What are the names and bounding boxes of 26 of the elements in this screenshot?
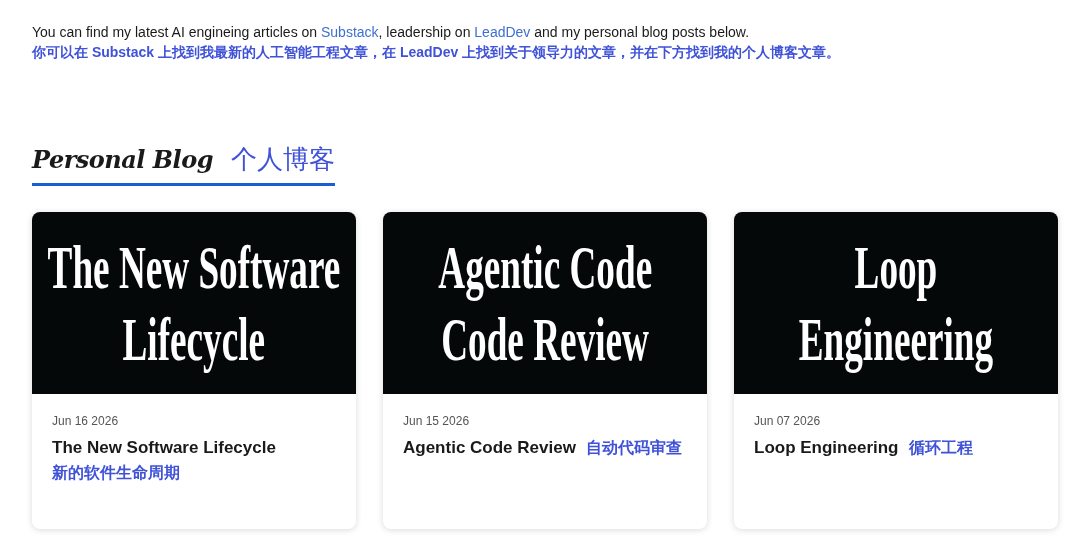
post-title-translation: 自动代码审查 — [585, 438, 683, 458]
post-title: Loop Engineering — [754, 437, 899, 459]
post-title: The New Software Lifecycle — [52, 437, 276, 459]
cover-title: Loop — [854, 232, 938, 303]
intro-text: and my personal blog posts below. — [533, 24, 750, 40]
link[interactable]: Substack — [321, 24, 379, 40]
cover-title: Lifecycle — [122, 304, 266, 375]
post-card[interactable]: Loop Engineering Jun 07 2026 Loop Engineering 循环工程 — [734, 212, 1058, 529]
section-title-translation: 个人博客 — [231, 143, 335, 176]
cover-title: Agentic Code — [438, 232, 652, 303]
intro-text: You can find my latest AI engineing articles on — [32, 24, 319, 40]
post-date: Jun 15 2026 — [403, 414, 471, 428]
cover-title: Code Review — [441, 304, 649, 375]
intro-translation: 你可以在 Substack 上找到我最新的人工智能工程文章，在 LeadDev 上找到关于领导力的文章，并在下方找到我的个人博客文章。 — [32, 43, 842, 62]
intro-text: , leadership on — [378, 24, 472, 40]
post-title: Agentic Code Review — [403, 437, 576, 459]
cover-title: The New Software — [47, 232, 341, 303]
post-card[interactable]: The New Software Lifecycle Jun 16 2026 The New Software Lifecycle 新的软件生命周期 — [32, 212, 356, 529]
post-title-translation: 循环工程 — [908, 438, 974, 458]
link[interactable]: LeadDev — [474, 24, 531, 40]
cover-title: Engineering — [798, 304, 994, 375]
section-title: Personal Blog — [32, 145, 213, 174]
post-date: Jun 07 2026 — [754, 414, 822, 428]
post-card[interactable]: Agentic Code Code Review Jun 15 2026 Agentic Code Review 自动代码审查 — [383, 212, 707, 529]
post-title-translation: 新的软件生命周期 — [52, 463, 181, 483]
post-date: Jun 16 2026 — [52, 414, 120, 428]
